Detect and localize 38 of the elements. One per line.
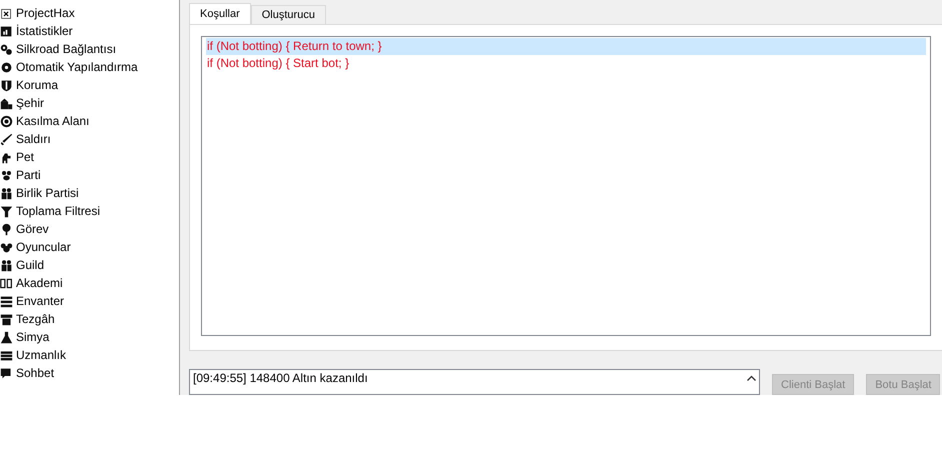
log-line: [09:49:55] 148400 Altın kazanıldı [193,371,369,385]
sword-icon [0,132,13,146]
tab[interactable]: Oluşturucu [250,5,326,24]
sidebar-item[interactable]: Saldırı [16,132,51,146]
sidebar-item[interactable]: Guild [16,258,44,272]
flask-icon [0,330,13,344]
dog-icon [0,150,13,164]
sidebar-item[interactable]: Birlik Partisi [16,186,79,200]
crowd-icon [0,240,13,254]
list-icon [0,294,13,308]
sidebar-item[interactable]: Silkroad Bağlantısı [16,42,116,56]
sidebar-item[interactable]: Sohbet [16,366,54,380]
chat-icon [0,366,13,380]
sidebar-item[interactable]: Simya [16,330,50,344]
sidebar-item[interactable]: Toplama Filtresi [16,204,100,218]
sidebar-item[interactable]: Akademi [16,276,63,290]
stall-icon [0,312,13,326]
sidebar-item[interactable]: Otomatik Yapılandırma [16,60,138,74]
sidebar-item[interactable]: Şehir [16,96,44,110]
condition-row[interactable]: if (Not botting) { Return to town; } [206,38,926,55]
scroll-up-icon[interactable] [746,375,756,381]
sidebar-item[interactable]: ProjectHax [16,6,75,20]
sidebar-item[interactable]: İstatistikler [16,24,73,38]
sidebar-item[interactable]: Görev [16,222,49,236]
condition-row[interactable]: if (Not botting) { Start bot; } [206,55,926,72]
sidebar-item[interactable]: Oyuncular [16,240,71,254]
sidebar-item[interactable]: Uzmanlık [16,348,66,362]
sidebar-item[interactable]: Koruma [16,78,58,92]
balloon-icon [0,222,13,236]
sidebar-item[interactable]: Parti [16,168,41,182]
sidebar-item[interactable]: Envanter [16,294,64,308]
building-icon [0,96,13,110]
paws-icon [0,168,13,182]
funnel-icon [0,204,13,218]
sidebar-item[interactable]: Tezgâh [16,312,55,326]
sidebar-item[interactable]: Kasılma Alanı [16,114,90,128]
sidebar-item[interactable]: Pet [16,150,34,164]
tab[interactable]: Koşullar [189,3,251,24]
